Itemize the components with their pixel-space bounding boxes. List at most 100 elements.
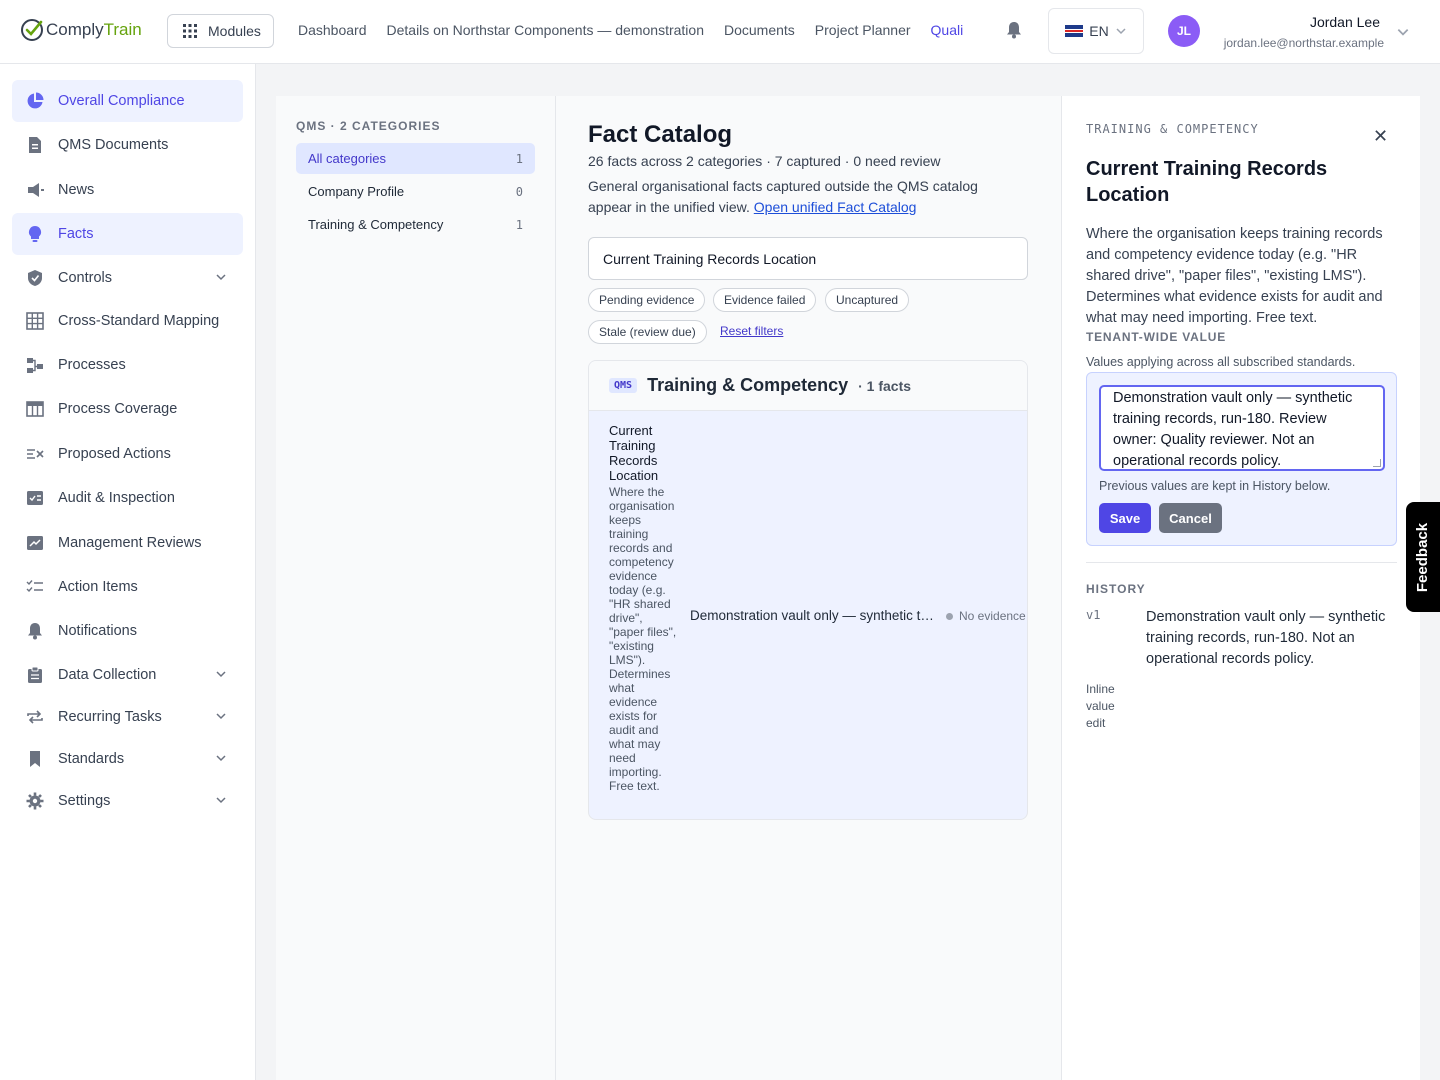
value-textarea-text: Demonstration vault only — synthetic tra…	[1113, 390, 1353, 469]
category-label: Training & Competency	[308, 217, 444, 232]
sidebar-item-qms-documents[interactable]: QMS Documents	[12, 124, 243, 166]
close-icon[interactable]: ✕	[1373, 126, 1388, 147]
sidebar-item-processes[interactable]: Processes	[12, 344, 243, 386]
sidebar-item-label: QMS Documents	[58, 137, 169, 153]
chevron-down-icon[interactable]	[215, 668, 227, 680]
check-circle-logo-icon	[21, 19, 43, 41]
app-logo[interactable]: Comply Train	[20, 18, 142, 42]
sidebar-item-audit-inspection[interactable]: Audit & Inspection	[12, 477, 243, 519]
sidebar-item-action-items[interactable]: Action Items	[12, 566, 243, 608]
sidebar-item-cross-standard-mapping[interactable]: Cross-Standard Mapping	[12, 300, 243, 342]
sidebar-item-controls[interactable]: Controls	[12, 257, 243, 299]
sidebar-item-recurring-tasks[interactable]: Recurring Tasks	[12, 696, 243, 738]
sidebar-item-label: Action Items	[58, 579, 138, 595]
value-textarea[interactable]: Demonstration vault only — synthetic tra…	[1099, 385, 1385, 471]
uk-flag-icon	[1065, 25, 1084, 37]
nav-documents[interactable]: Documents	[724, 22, 795, 38]
checklist-icon	[26, 578, 44, 596]
user-menu-chevron-icon[interactable]	[1396, 25, 1410, 39]
fact-group-header[interactable]: QMS Training & Competency · 1 facts	[589, 361, 1027, 411]
search-input[interactable]: Current Training Records Location	[588, 237, 1028, 280]
avatar[interactable]: JL	[1168, 15, 1200, 47]
megaphone-icon	[26, 181, 44, 199]
history-heading: HISTORY	[1086, 582, 1146, 596]
chevron-down-icon[interactable]	[215, 710, 227, 722]
sidebar-item-settings[interactable]: Settings	[12, 780, 243, 822]
chevron-down-icon[interactable]	[215, 752, 227, 764]
filter-chip-uncaptured[interactable]: Uncaptured	[825, 288, 910, 312]
sidebar-item-notifications[interactable]: Notifications	[12, 610, 243, 652]
fact-catalog-panel: Fact Catalog 26 facts across 2 categorie…	[556, 96, 1061, 1080]
category-all[interactable]: All categories 1	[296, 143, 535, 174]
language-selector[interactable]: EN	[1048, 8, 1144, 54]
sidebar-item-label: Facts	[58, 226, 94, 242]
history-note: Inline value edit	[1086, 682, 1115, 730]
fact-row-description: Where the organisation keeps training re…	[609, 485, 677, 793]
value-editor: Demonstration vault only — synthetic tra…	[1086, 372, 1397, 546]
history-version: v1	[1086, 608, 1101, 622]
language-code: EN	[1089, 23, 1109, 39]
modules-button[interactable]: Modules	[167, 14, 274, 48]
logo-text-comply: Comply	[46, 20, 104, 39]
fact-row-value[interactable]: Demonstration vault only — synthetic tra…	[690, 608, 935, 623]
bookmark-icon	[26, 750, 44, 768]
filter-chip-evidence-failed[interactable]: Evidence failed	[713, 288, 817, 312]
audit-icon	[26, 489, 44, 507]
nav-dashboard[interactable]: Dashboard	[298, 22, 367, 38]
save-button[interactable]: Save	[1099, 503, 1151, 533]
proposed-actions-icon	[26, 445, 44, 463]
history-hint: Previous values are kept in History belo…	[1099, 479, 1331, 493]
fact-detail-panel: TRAINING & COMPETENCY ✕ Current Training…	[1061, 96, 1420, 1080]
notifications-bell-icon[interactable]	[1006, 21, 1022, 39]
catalog-summary: 26 facts across 2 categories · 7 capture…	[588, 153, 941, 169]
chevron-down-icon[interactable]	[215, 794, 227, 806]
page-title: Fact Catalog	[588, 121, 733, 148]
sidebar-item-management-reviews[interactable]: Management Reviews	[12, 522, 243, 564]
feedback-tab[interactable]: Feedback	[1406, 502, 1440, 612]
category-panel: QMS · 2 CATEGORIES All categories 1 Comp…	[276, 96, 556, 1080]
sidebar-item-overall-compliance[interactable]: Overall Compliance	[12, 80, 243, 122]
fact-row-name[interactable]: Current Training Records Location	[609, 423, 679, 483]
detail-category: TRAINING & COMPETENCY	[1086, 122, 1259, 136]
user-email: jordan.lee@northstar.example	[1223, 36, 1384, 50]
sidebar-item-facts[interactable]: Facts	[12, 213, 243, 255]
category-count: 1	[515, 217, 523, 232]
top-navigation: Dashboard Details on Northstar Component…	[298, 22, 963, 38]
document-icon	[26, 136, 44, 154]
category-count: 1	[515, 151, 523, 166]
sidebar-item-label: Data Collection	[58, 667, 157, 683]
category-training-competency[interactable]: Training & Competency 1	[296, 209, 535, 240]
sidebar-item-process-coverage[interactable]: Process Coverage	[12, 388, 243, 430]
filter-chip-stale[interactable]: Stale (review due)	[588, 320, 707, 344]
logo-text-train: Train	[103, 20, 142, 39]
category-company-profile[interactable]: Company Profile 0	[296, 176, 535, 207]
resize-handle-icon[interactable]	[1373, 459, 1381, 467]
filter-chip-pending-evidence[interactable]: Pending evidence	[588, 288, 706, 312]
sidebar-item-data-collection[interactable]: Data Collection	[12, 654, 243, 696]
status-dot-icon	[946, 612, 953, 620]
sidebar-item-news[interactable]: News	[12, 169, 243, 211]
nav-project-details[interactable]: Details on Northstar Components — demons…	[387, 22, 704, 38]
category-heading: QMS · 2 CATEGORIES	[296, 119, 441, 133]
reset-filters-link[interactable]: Reset filters	[720, 324, 783, 338]
cancel-button[interactable]: Cancel	[1159, 503, 1222, 533]
open-unified-catalog-link[interactable]: Open unified Fact Catalog	[754, 199, 917, 215]
grid-dots-icon	[183, 24, 197, 38]
qms-badge: QMS	[609, 378, 638, 393]
history-value: Demonstration vault only — synthetic tra…	[1146, 609, 1386, 667]
grid-icon	[26, 312, 44, 330]
sidebar-item-standards[interactable]: Standards	[12, 738, 243, 780]
category-label: Company Profile	[308, 184, 405, 199]
nav-project-planner[interactable]: Project Planner	[815, 22, 911, 38]
sidebar-item-label: Cross-Standard Mapping	[58, 313, 220, 329]
fact-group: QMS Training & Competency · 1 facts Curr…	[588, 360, 1028, 820]
process-icon	[26, 356, 44, 374]
nav-quality[interactable]: Quali	[931, 22, 964, 38]
sidebar-item-proposed-actions[interactable]: Proposed Actions	[12, 433, 243, 475]
sidebar-item-label: Processes	[58, 357, 126, 373]
shield-icon	[26, 269, 44, 287]
chevron-down-icon[interactable]	[215, 271, 227, 283]
sidebar-item-label: Settings	[58, 793, 111, 809]
table-icon	[26, 400, 44, 418]
evidence-status-label: No evidence	[959, 609, 1026, 623]
